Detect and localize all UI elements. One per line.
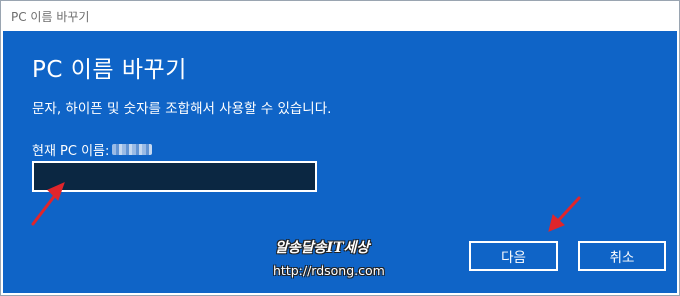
new-pc-name-input[interactable] [32, 161, 317, 192]
title-bar: PC 이름 바꾸기 [1, 1, 679, 31]
current-pc-name-value-obscured [112, 144, 153, 155]
dialog-heading: PC 이름 바꾸기 [32, 57, 187, 83]
dialog-description: 문자, 하이픈 및 숫자를 조합해서 사용할 수 있습니다. [32, 101, 332, 117]
cancel-button[interactable]: 취소 [578, 241, 666, 271]
current-pc-name-row: 현재 PC 이름: [32, 140, 153, 159]
window-title: PC 이름 바꾸기 [11, 10, 90, 24]
next-button[interactable]: 다음 [469, 241, 558, 271]
dialog-body: PC 이름 바꾸기 문자, 하이픈 및 숫자를 조합해서 사용할 수 있습니다.… [3, 31, 677, 293]
current-pc-name-label: 현재 PC 이름: [32, 144, 110, 159]
